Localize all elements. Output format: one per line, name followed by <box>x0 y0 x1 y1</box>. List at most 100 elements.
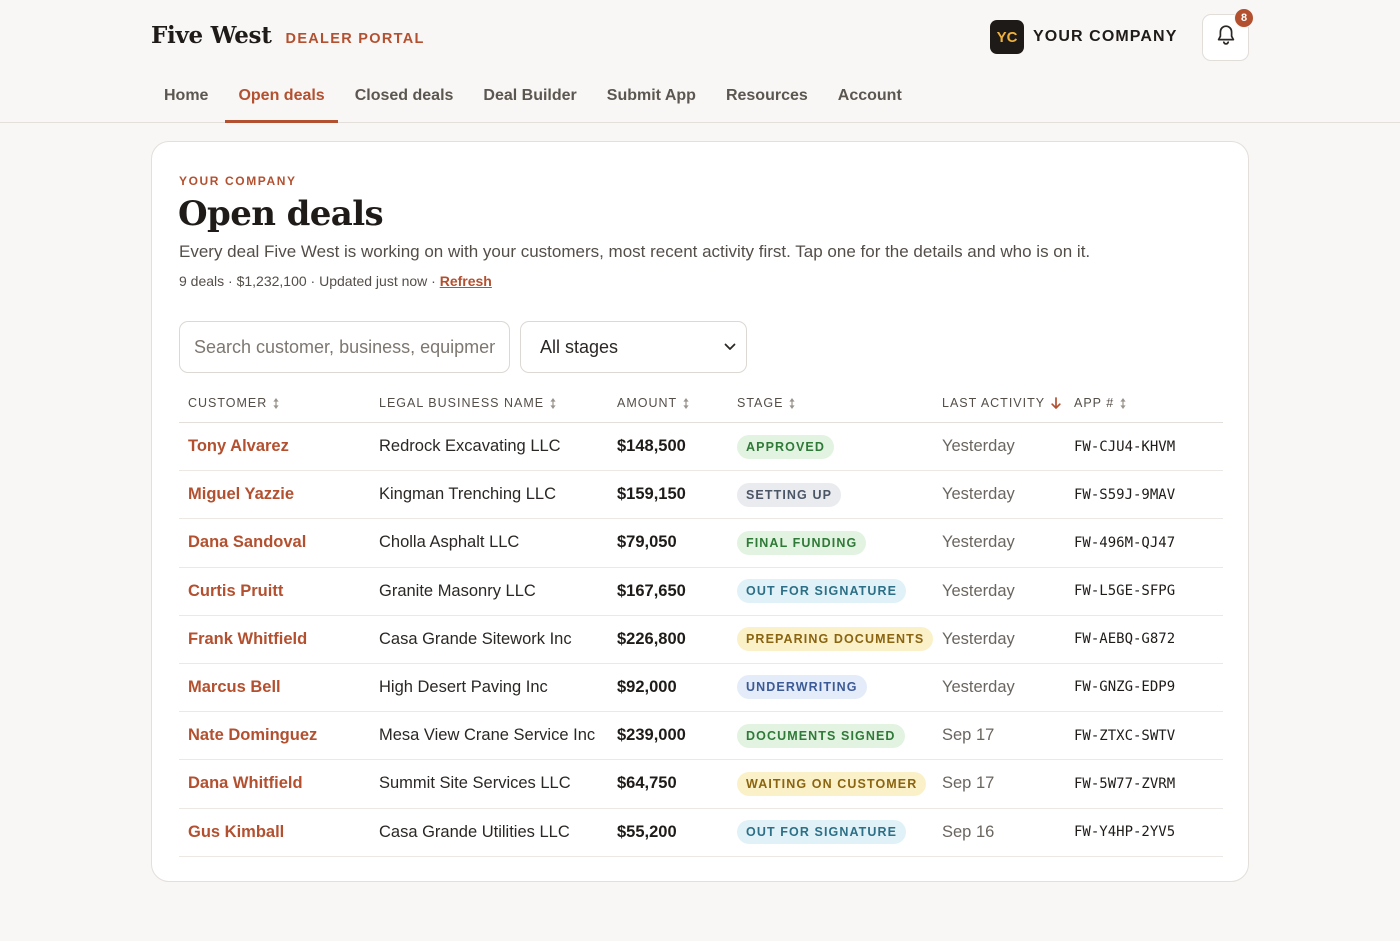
column-header-label: APP # <box>1074 396 1115 410</box>
legal-business-name: Casa Grande Utilities LLC <box>379 822 570 841</box>
stage-cell: SETTING UP <box>737 471 842 518</box>
deals-table: CUSTOMER LEGAL BUSINESS NAME AMOUNT STAGE LA… <box>179 392 1223 857</box>
deal-amount: $159,150 <box>617 485 686 504</box>
column-header-legal-business-name[interactable]: LEGAL BUSINESS NAME <box>379 396 556 410</box>
stage-cell: FINAL FUNDING <box>737 519 867 566</box>
stage-badge: FINAL FUNDING <box>737 530 867 555</box>
app-number: FW-GNZG-EDP9 <box>1074 679 1176 696</box>
nav-submit-app[interactable]: Submit App <box>594 84 709 123</box>
table-row[interactable]: Curtis Pruitt Granite Masonry LLC $167,650… <box>179 568 1223 616</box>
stage-badge: OUT FOR SIGNATURE <box>737 820 907 844</box>
nav-closed-deals[interactable]: Closed deals <box>342 84 467 123</box>
column-header-stage[interactable]: STAGE <box>737 396 796 410</box>
table-header: CUSTOMER LEGAL BUSINESS NAME AMOUNT STAGE LA… <box>179 392 1223 423</box>
deal-amount: $55,200 <box>617 822 677 841</box>
nav-home[interactable]: Home <box>151 84 221 123</box>
page-title: Open deals <box>178 194 384 234</box>
stage-badge: SETTING UP <box>737 482 842 507</box>
stage-cell: UNDERWRITING <box>737 664 867 711</box>
customer-link[interactable]: Tony Alvarez <box>188 423 289 470</box>
sort-icon <box>789 397 796 409</box>
table-row[interactable]: Gus Kimball Casa Grande Utilities LLC $55,… <box>179 809 1223 857</box>
customer-link[interactable]: Dana Sandoval <box>188 519 306 566</box>
column-header-app-number[interactable]: APP # <box>1074 396 1126 410</box>
table-row[interactable]: Marcus Bell High Desert Paving Inc $92,000… <box>179 664 1223 713</box>
customer-link[interactable]: Curtis Pruitt <box>188 568 283 615</box>
company-switcher[interactable]: YC YOUR COMPANY <box>990 20 1177 54</box>
table-body: Tony Alvarez Redrock Excavating LLC $148,5… <box>179 423 1223 857</box>
table-row[interactable]: Dana Sandoval Cholla Asphalt LLC $79,050 FI… <box>179 519 1223 568</box>
column-header-last-activity[interactable]: LAST ACTIVITY <box>942 396 1061 410</box>
column-header-label: CUSTOMER <box>188 396 268 410</box>
app-number: FW-CJU4-KHVM <box>1074 438 1176 455</box>
legal-business-name: Kingman Trenching LLC <box>379 485 557 504</box>
stage-filter-value: All stages <box>540 336 619 357</box>
page-subtitle: Every deal Five West is working on with … <box>179 242 1091 261</box>
stage-badge: APPROVED <box>737 434 834 459</box>
table-row[interactable]: Tony Alvarez Redrock Excavating LLC $148,5… <box>179 423 1223 472</box>
last-activity: Yesterday <box>942 629 1015 648</box>
customer-link[interactable]: Frank Whitfield <box>188 616 307 663</box>
sort-descending-icon <box>1051 397 1061 409</box>
stage-badge: DOCUMENTS SIGNED <box>737 723 905 748</box>
refresh-link[interactable]: Refresh <box>440 273 492 289</box>
customer-link[interactable]: Miguel Yazzie <box>188 471 294 518</box>
nav-account[interactable]: Account <box>825 84 915 123</box>
last-activity: Sep 16 <box>942 822 995 841</box>
app-number: FW-496M-QJ47 <box>1074 534 1176 551</box>
nav-resources[interactable]: Resources <box>713 84 821 123</box>
column-header-label: LEGAL BUSINESS NAME <box>379 396 545 410</box>
last-activity: Yesterday <box>942 581 1015 600</box>
last-activity: Yesterday <box>942 437 1015 455</box>
table-row[interactable]: Nate Dominguez Mesa View Crane Service In… <box>179 712 1223 761</box>
stage-cell: OUT FOR SIGNATURE <box>737 809 907 856</box>
legal-business-name: Summit Site Services LLC <box>379 774 571 793</box>
stage-cell: OUT FOR SIGNATURE <box>737 568 907 615</box>
brand-portal-label: DEALER PORTAL <box>285 31 425 47</box>
brand-name: Five West <box>151 22 272 49</box>
app-number: FW-Y4HP-2YV5 <box>1074 824 1176 840</box>
customer-link[interactable]: Marcus Bell <box>188 664 281 711</box>
column-header-customer[interactable]: CUSTOMER <box>188 396 279 410</box>
nav-deal-builder[interactable]: Deal Builder <box>470 84 589 123</box>
legal-business-name: Redrock Excavating LLC <box>379 437 561 455</box>
sort-icon <box>1120 397 1126 409</box>
legal-business-name: High Desert Paving Inc <box>379 677 548 696</box>
stage-badge: OUT FOR SIGNATURE <box>737 579 907 604</box>
last-activity: Yesterday <box>942 533 1015 552</box>
legal-business-name: Mesa View Crane Service Inc <box>379 726 596 745</box>
last-activity: Sep 17 <box>942 726 995 745</box>
chevron-down-icon <box>724 338 736 356</box>
nav-open-deals[interactable]: Open deals <box>225 84 338 123</box>
customer-link[interactable]: Dana Whitfield <box>188 760 303 807</box>
stage-cell: PREPARING DOCUMENTS <box>737 616 934 663</box>
app-number: FW-ZTXC-SWTV <box>1074 727 1176 744</box>
deals-summary: 9 deals · $1,232,100 · Updated just now … <box>179 273 492 289</box>
stage-badge: UNDERWRITING <box>737 675 867 700</box>
table-row[interactable]: Frank Whitfield Casa Grande Sitework Inc $… <box>179 616 1223 664</box>
sort-icon <box>273 397 279 409</box>
deal-amount: $79,050 <box>617 533 677 552</box>
open-deals-card: YOUR COMPANY Open deals Every deal Five … <box>151 141 1249 882</box>
customer-link[interactable]: Gus Kimball <box>188 809 284 856</box>
company-name: YOUR COMPANY <box>1033 28 1178 45</box>
deal-amount: $239,000 <box>617 726 686 745</box>
brand[interactable]: Five West DEALER PORTAL <box>151 22 425 49</box>
customer-link[interactable]: Nate Dominguez <box>188 712 317 759</box>
search-input[interactable] <box>179 321 510 373</box>
column-header-label: STAGE <box>737 396 784 410</box>
deals-summary-text: 9 deals · $1,232,100 · Updated just now … <box>179 273 440 289</box>
stage-cell: DOCUMENTS SIGNED <box>737 712 905 759</box>
table-row[interactable]: Dana Whitfield Summit Site Services LLC $6… <box>179 760 1223 809</box>
legal-business-name: Casa Grande Sitework Inc <box>379 629 572 648</box>
last-activity: Yesterday <box>942 485 1015 504</box>
legal-business-name: Granite Masonry LLC <box>379 581 536 600</box>
column-header-amount[interactable]: AMOUNT <box>617 396 689 410</box>
sort-icon <box>683 397 689 409</box>
column-header-label: LAST ACTIVITY <box>942 396 1046 410</box>
table-row[interactable]: Miguel Yazzie Kingman Trenching LLC $159,1… <box>179 471 1223 520</box>
bell-icon <box>1216 24 1236 51</box>
legal-business-name: Cholla Asphalt LLC <box>379 533 520 552</box>
stage-filter-select[interactable]: All stages <box>520 321 747 373</box>
stage-badge: WAITING ON CUSTOMER <box>737 771 927 796</box>
